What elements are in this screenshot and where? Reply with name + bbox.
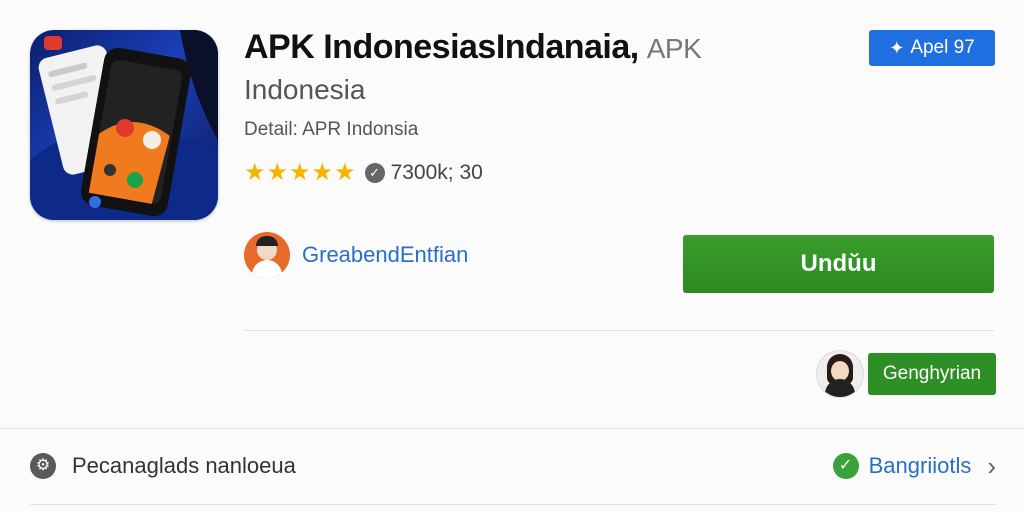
rating-badge[interactable]: ✦ Apel 97 (869, 30, 995, 66)
footer-link-group[interactable]: ✓ Bangriiotls › (832, 451, 996, 482)
divider (30, 504, 996, 505)
download-button[interactable]: Undŭu (683, 235, 994, 293)
app-detail: Detail: APR Indonsia (244, 119, 419, 140)
badge-label: Apel 97 (910, 37, 975, 58)
check-circle-icon: ✓ (832, 453, 859, 479)
verified-check-icon: ✓ (364, 162, 385, 183)
app-icon (30, 30, 218, 220)
app-title: APK IndonesiasIndanaia, APK (244, 28, 702, 67)
star-icon: ★ (311, 159, 334, 186)
star-icon: ★ (244, 159, 266, 186)
star-icon: ★ (334, 159, 356, 186)
star-icon: ★ (289, 159, 311, 186)
rating-value: 7300k; 30 (390, 160, 483, 184)
app-title-text: APK IndonesiasIndanaia, (244, 28, 639, 66)
contact-avatar (816, 350, 864, 398)
divider (244, 330, 994, 331)
developer-row[interactable]: GreabendEntfian (244, 232, 468, 278)
chevron-right-icon[interactable]: › (987, 451, 996, 482)
footer-row[interactable]: ⚙ Pecanaglads nanloeua ✓ Bangriiotls › (30, 444, 996, 488)
developer-name-link[interactable]: GreabendEntfian (302, 242, 468, 268)
developer-avatar (244, 232, 290, 278)
star-icon: ★ (266, 159, 289, 186)
footer-label: Pecanaglads nanloeua (72, 453, 296, 478)
contact-button[interactable]: Genghyrian (868, 353, 996, 395)
badge-star-icon: ✦ (889, 37, 905, 58)
rating-row: ★ ★ ★ ★ ★ ✓ 7300k; 30 (244, 158, 483, 187)
contact-row[interactable]: Genghyrian (816, 350, 996, 398)
settings-icon: ⚙ (30, 453, 56, 479)
app-title-secondary: APK (646, 33, 702, 64)
footer-left: ⚙ Pecanaglads nanloeua (30, 453, 296, 479)
app-phone-icon (30, 30, 218, 220)
footer-link[interactable]: Bangriiotls (869, 453, 972, 479)
app-subtitle: Indonesia (244, 74, 366, 105)
divider (0, 428, 1024, 429)
